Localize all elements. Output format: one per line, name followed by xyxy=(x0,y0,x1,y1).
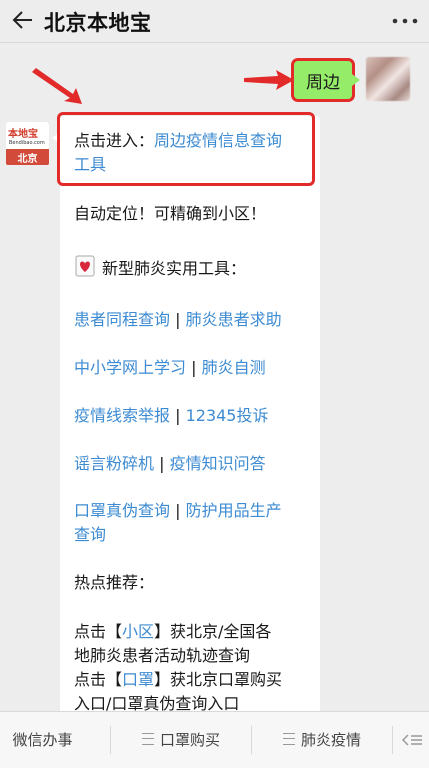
hot-link-mask[interactable]: 口罩 xyxy=(122,670,154,689)
tool-separator: | xyxy=(170,406,186,425)
tool-link[interactable]: 肺炎患者求助 xyxy=(186,310,282,329)
heart-card-icon xyxy=(75,255,95,277)
tool-row: 中小学网上学习 | 肺炎自测 xyxy=(74,356,266,380)
tool-row: 患者同程查询 | 肺炎患者求助 xyxy=(74,308,282,332)
hot-item-text: 地肺炎患者活动轨迹查询 xyxy=(74,646,251,665)
tool-row: 疫情线索举报 | 12345投诉 xyxy=(74,404,268,428)
hot-item-line: 点击【小区】获北京/全国各 xyxy=(74,620,271,644)
menu-divider xyxy=(392,726,393,754)
account-avatar[interactable]: 本地宝 Bendibao.com 北京 xyxy=(6,122,49,165)
menu-list-icon xyxy=(282,733,295,745)
tool-separator: | xyxy=(186,358,202,377)
tool-separator: | xyxy=(170,501,186,520)
tools-heading-text: 新型肺炎实用工具： xyxy=(102,259,247,278)
tool-link[interactable]: 谣言粉碎机 xyxy=(74,454,154,473)
hot-heading: 热点推荐： xyxy=(74,573,155,592)
nearby-epidemic-link[interactable]: 周边疫情信息查询 xyxy=(154,131,282,150)
intro-prefix: 点击进入： xyxy=(74,131,155,150)
menu-buy-masks[interactable]: 口罩购买 xyxy=(111,712,251,768)
menu-label: 微信办事 xyxy=(12,731,73,749)
tool-link[interactable]: 中小学网上学习 xyxy=(74,358,186,377)
tool-row: 谣言粉碎机 | 疫情知识问答 xyxy=(74,452,266,476)
bottom-menu: 微信办事 口罩购买 肺炎疫情 xyxy=(0,711,429,768)
more-dots-icon[interactable] xyxy=(391,14,419,28)
tool-link[interactable]: 肺炎自测 xyxy=(202,358,266,377)
back-arrow-icon[interactable] xyxy=(10,8,34,32)
menu-label: 口罩购买 xyxy=(159,731,220,749)
tool-link[interactable]: 疫情线索举报 xyxy=(74,406,170,425)
tool-row: 口罩真伪查询 | 防护用品生产 xyxy=(74,499,282,523)
chat-header: 北京本地宝 xyxy=(0,0,429,43)
hot-item-line: 点击【口罩】获北京口罩购买 xyxy=(74,668,282,692)
hot-item-text: 点击【 xyxy=(74,670,123,689)
tool-link[interactable]: 口罩真伪查询 xyxy=(74,501,170,520)
user-avatar[interactable] xyxy=(366,57,410,101)
avatar-city: 北京 xyxy=(17,154,38,165)
hot-item-text: 】获北京口罩购买 xyxy=(154,670,283,689)
nearby-epidemic-link-cont[interactable]: 工具 xyxy=(74,153,106,177)
tool-link[interactable]: 患者同程查询 xyxy=(74,310,170,329)
tool-link[interactable]: 查询 xyxy=(74,523,106,547)
tool-separator: | xyxy=(154,454,170,473)
menu-list-icon xyxy=(141,733,154,745)
auto-locate-text: 自动定位！可精确到小区！ xyxy=(74,204,267,223)
hot-item-text: 】获北京/全国各 xyxy=(154,622,272,641)
avatar-brand: 本地宝 xyxy=(8,129,38,140)
annotation-arrow-icon xyxy=(32,68,82,104)
hot-item-text: 点击【 xyxy=(74,622,123,641)
tool-link[interactable]: 防护用品生产 xyxy=(186,501,282,520)
hot-link-community[interactable]: 小区 xyxy=(122,622,154,641)
menu-epidemic[interactable]: 肺炎疫情 xyxy=(252,712,392,768)
tool-link[interactable]: 12345投诉 xyxy=(186,406,269,425)
tools-heading: 新型肺炎实用工具： xyxy=(74,255,246,281)
avatar-site: Bendibao.com xyxy=(9,140,45,146)
sent-message-bubble[interactable]: 周边 xyxy=(294,61,360,99)
sent-message-text: 周边 xyxy=(306,73,340,93)
tool-link[interactable]: 疫情知识问答 xyxy=(170,454,266,473)
intro-line: 点击进入：周边疫情信息查询 xyxy=(74,129,282,153)
tool-separator: | xyxy=(170,310,186,329)
menu-label: 肺炎疫情 xyxy=(300,731,361,749)
keyboard-toggle-icon[interactable] xyxy=(402,733,422,747)
annotation-arrow-icon xyxy=(244,70,294,90)
menu-wechat-services[interactable]: 微信办事 xyxy=(0,712,85,768)
chat-title: 北京本地宝 xyxy=(44,11,152,35)
